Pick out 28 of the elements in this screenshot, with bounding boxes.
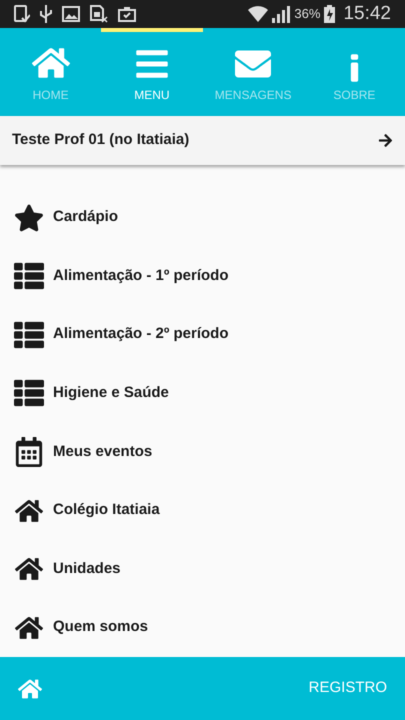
menu-item[interactable]: Alimentação - 2º período <box>0 305 405 364</box>
arrow-right-icon <box>378 133 393 148</box>
list-icon <box>14 378 44 408</box>
clock: 15:42 <box>343 2 391 26</box>
menu-item[interactable]: Colégio Itatiaia <box>0 481 405 540</box>
menu-item[interactable]: Meus eventos <box>0 422 405 482</box>
signal-icon <box>272 5 290 23</box>
menu-item[interactable]: Quem somos <box>0 598 405 657</box>
wifi-icon <box>248 5 268 23</box>
usb-icon <box>40 5 52 23</box>
star-icon <box>14 202 44 233</box>
menu-item[interactable]: Higiene e Saúde <box>0 364 405 423</box>
battery-percent: 36% <box>294 5 320 24</box>
image-icon <box>62 6 80 22</box>
info-icon <box>348 54 360 82</box>
list-icon <box>14 261 44 292</box>
battery-icon <box>324 5 336 23</box>
list-icon <box>14 320 44 350</box>
calendar-icon <box>14 436 44 467</box>
menu-item[interactable]: Cardápio <box>0 188 405 247</box>
home-icon[interactable] <box>18 676 42 700</box>
tablet-check-icon <box>14 5 30 23</box>
clipboard-check-icon <box>118 6 136 22</box>
header-bar[interactable]: Teste Prof 01 (no Itatiaia) <box>0 116 405 166</box>
header-title: Teste Prof 01 (no Itatiaia) <box>12 130 190 150</box>
sim-card-icon <box>90 5 108 23</box>
menu-item[interactable]: Alimentação - 1º período <box>0 246 405 306</box>
menu-item[interactable]: Unidades <box>0 540 405 598</box>
